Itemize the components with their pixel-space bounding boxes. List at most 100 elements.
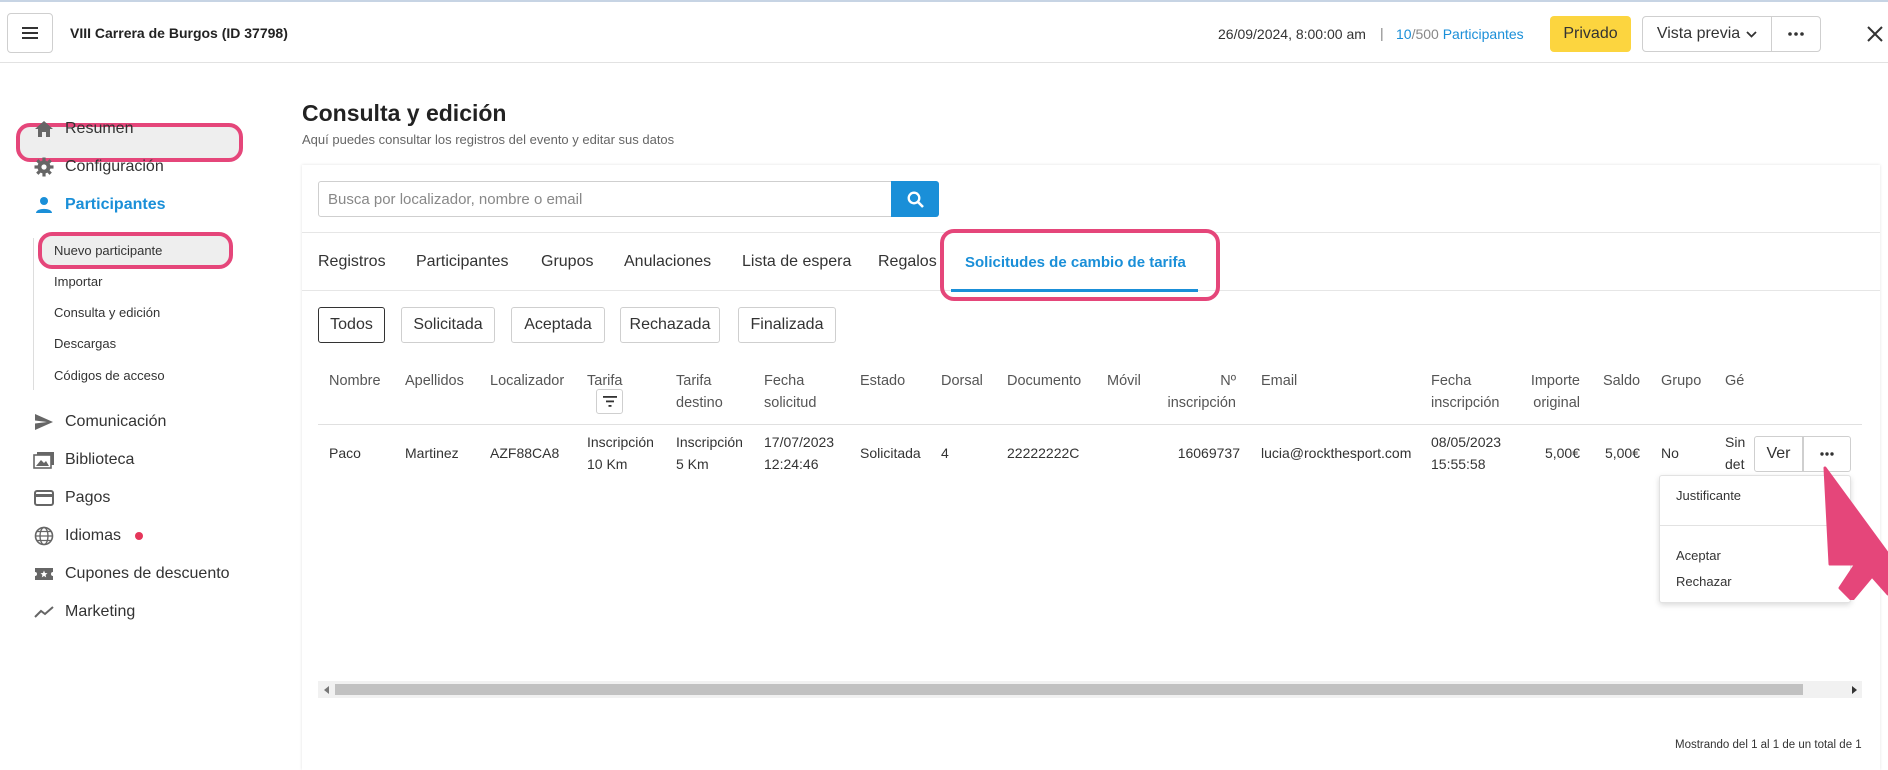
header-line: inscripción	[1431, 395, 1500, 411]
cell-importe-original: 5,00€	[1544, 445, 1580, 461]
filter-aceptada[interactable]: Aceptada	[511, 307, 605, 343]
tab-anulaciones[interactable]: Anulaciones	[624, 253, 711, 271]
header-line: destino	[676, 395, 723, 411]
column-header-email[interactable]: Email	[1261, 370, 1297, 392]
participants-current: 10	[1396, 26, 1412, 42]
header-line: Nº	[1220, 373, 1236, 389]
triangle-right-icon	[1851, 685, 1857, 694]
preview-button[interactable]: Vista previa	[1642, 16, 1772, 52]
sidebar-item-label: Cupones de descuento	[65, 565, 230, 582]
column-header-fecha-inscripcion[interactable]: Fecha inscripción	[1431, 370, 1500, 414]
cell-line: 08/05/2023	[1431, 434, 1502, 450]
sidebar-item-label: Comunicación	[65, 413, 167, 430]
hamburger-icon	[22, 27, 38, 39]
tab-lista-espera[interactable]: Lista de espera	[742, 253, 851, 271]
column-header-fecha-solicitud[interactable]: Fecha solicitud	[764, 370, 816, 414]
cell-grupo: No	[1661, 445, 1679, 461]
cell-line: det	[1725, 456, 1745, 472]
cell-line: Inscripción	[676, 434, 743, 450]
home-icon	[35, 121, 53, 137]
pointer-cursor-icon	[1823, 466, 1888, 600]
images-icon	[33, 452, 54, 469]
cell-line: 5 Km	[676, 456, 709, 472]
notification-dot	[135, 532, 144, 540]
credit-card-icon	[34, 490, 54, 506]
tarifa-filter-button[interactable]	[596, 389, 623, 414]
scroll-right-arrow[interactable]	[1845, 681, 1862, 698]
close-icon	[1867, 26, 1883, 42]
column-header-saldo[interactable]: Saldo	[1603, 370, 1640, 392]
column-header-movil[interactable]: Móvil	[1107, 370, 1141, 392]
search-button[interactable]	[891, 181, 939, 217]
scroll-left-arrow[interactable]	[318, 681, 335, 698]
filter-icon	[602, 396, 617, 407]
filter-todos[interactable]: Todos	[318, 307, 385, 343]
subnav-consulta-edicion[interactable]: Consulta y edición	[54, 305, 160, 320]
sidebar-item-participantes[interactable]: Participantes	[33, 193, 165, 217]
sidebar-item-idiomas[interactable]: Idiomas	[33, 524, 144, 548]
sidebar-item-comunicacion[interactable]: Comunicación	[33, 410, 166, 434]
tab-regalos[interactable]: Regalos	[878, 253, 937, 271]
cell-tarifa: Inscripción 10 Km	[587, 431, 654, 475]
sidebar-item-resumen[interactable]: Resumen	[33, 117, 133, 141]
view-button[interactable]: Ver	[1754, 436, 1803, 472]
menu-item-justificante[interactable]: Justificante	[1676, 488, 1741, 503]
column-header-n-inscripcion[interactable]: Nº inscripción	[1160, 370, 1237, 414]
cell-line: 17/07/2023	[764, 434, 835, 450]
menu-item-aceptar[interactable]: Aceptar	[1676, 548, 1721, 563]
cell-estado: Solicitada	[860, 445, 921, 461]
cell-saldo: 5,00€	[1604, 445, 1640, 461]
sidebar-item-label: Resumen	[65, 120, 134, 137]
menu-button[interactable]	[7, 13, 53, 53]
sidebar-item-pagos[interactable]: Pagos	[33, 486, 110, 510]
participants-link[interactable]: Participantes	[1443, 26, 1524, 42]
sidebar-item-cupones[interactable]: Cupones de descuento	[33, 562, 230, 586]
subnav-descargas[interactable]: Descargas	[54, 336, 116, 351]
pagination-count: Mostrando del 1 al 1 de un total de 1	[1675, 739, 1862, 751]
subnav-codigos-acceso[interactable]: Códigos de acceso	[54, 368, 165, 383]
sidebar-item-label: Marketing	[65, 603, 136, 620]
header-line: Fecha	[1431, 373, 1472, 389]
header-divider	[318, 424, 1862, 425]
column-header-documento[interactable]: Documento	[1007, 370, 1081, 392]
column-header-apellidos[interactable]: Apellidos	[405, 370, 464, 392]
filter-finalizada[interactable]: Finalizada	[738, 307, 836, 343]
sidebar-item-label: Configuración	[65, 158, 164, 175]
cell-tarifa-destino: Inscripción 5 Km	[676, 431, 743, 475]
tab-participantes[interactable]: Participantes	[416, 253, 509, 271]
tab-grupos[interactable]: Grupos	[541, 253, 593, 271]
header-line: solicitud	[764, 395, 817, 411]
sidebar-item-label: Idiomas	[65, 527, 122, 544]
sidebar-item-label: Biblioteca	[65, 451, 135, 468]
close-button[interactable]	[1862, 20, 1888, 48]
menu-item-rechazar[interactable]: Rechazar	[1676, 574, 1732, 589]
subnav-importar[interactable]: Importar	[54, 274, 102, 289]
sidebar-item-marketing[interactable]: Marketing	[33, 600, 135, 624]
column-header-genero[interactable]: Gé	[1725, 370, 1745, 392]
column-header-importe-original[interactable]: Importe original	[1510, 370, 1580, 414]
header-line: inscripción	[1167, 395, 1237, 411]
subnav-nuevo-participante[interactable]: Nuevo participante	[54, 243, 162, 258]
cell-line: Inscripción	[587, 434, 654, 450]
tab-registros[interactable]: Registros	[318, 253, 386, 271]
sidebar-item-label: Participantes	[65, 196, 166, 213]
ticket-icon	[35, 568, 53, 580]
column-header-estado[interactable]: Estado	[860, 370, 905, 392]
sidebar-item-biblioteca[interactable]: Biblioteca	[33, 448, 134, 472]
sidebar-item-configuracion[interactable]: Configuración	[33, 155, 164, 179]
column-header-dorsal[interactable]: Dorsal	[941, 370, 983, 392]
highlight-tab	[940, 229, 1220, 301]
cell-documento: 22222222C	[1007, 445, 1080, 461]
column-header-grupo[interactable]: Grupo	[1661, 370, 1701, 392]
search-input[interactable]	[318, 181, 892, 217]
column-header-localizador[interactable]: Localizador	[490, 370, 564, 392]
private-button[interactable]: Privado	[1550, 16, 1631, 52]
column-header-nombre[interactable]: Nombre	[329, 370, 381, 392]
scrollbar-thumb[interactable]	[335, 684, 1803, 695]
column-header-tarifa-destino[interactable]: Tarifa destino	[676, 370, 723, 414]
filter-rechazada[interactable]: Rechazada	[620, 307, 720, 343]
more-options-button[interactable]	[1771, 16, 1821, 52]
filter-solicitada[interactable]: Solicitada	[401, 307, 495, 343]
participants-count[interactable]: 10/500 Participantes	[1396, 26, 1524, 42]
header-line: Fecha	[764, 373, 805, 389]
